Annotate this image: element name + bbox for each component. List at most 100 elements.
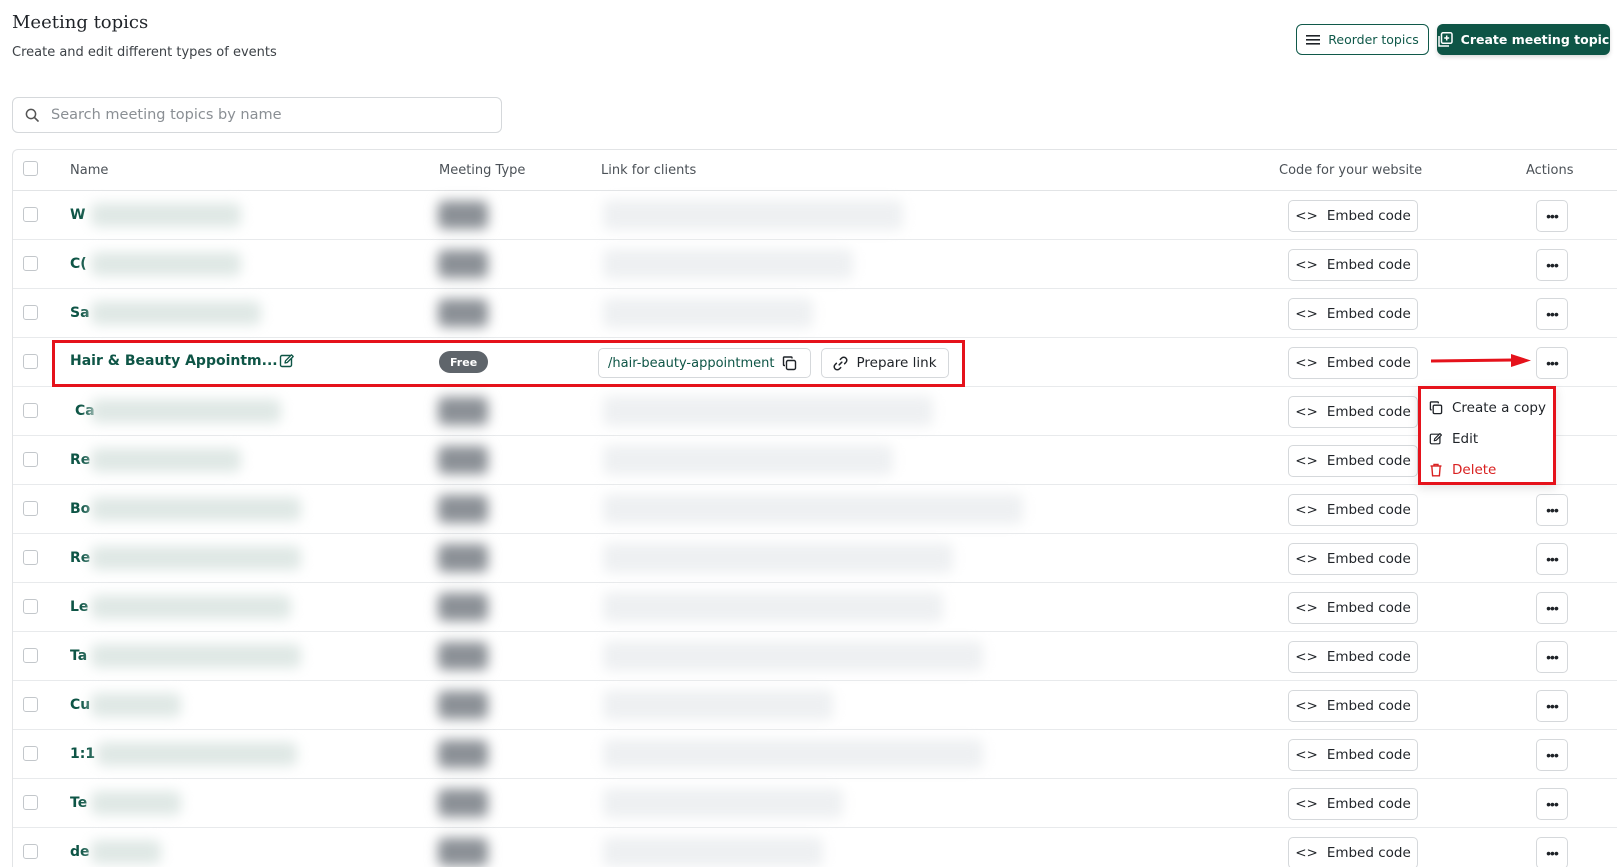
embed-code-button[interactable]: <> Embed code	[1288, 298, 1418, 330]
table-row-hair-beauty[interactable]: Hair & Beauty Appointm... Free /hair-bea…	[13, 338, 1617, 387]
menu-item-label: Delete	[1452, 462, 1497, 478]
embed-code-button[interactable]: <> Embed code	[1288, 641, 1418, 673]
embed-code-button[interactable]: <> Embed code	[1288, 788, 1418, 820]
prepare-link-button[interactable]: Prepare link	[821, 348, 949, 378]
more-actions-button[interactable]: •••	[1536, 249, 1568, 281]
redacted-type	[438, 789, 488, 817]
row-checkbox[interactable]	[23, 550, 38, 565]
topic-name[interactable]: W	[70, 207, 85, 223]
more-actions-button[interactable]: •••	[1536, 200, 1568, 232]
table-row[interactable]: W <> Embed code •••	[13, 191, 1617, 240]
table-row[interactable]: Sa <> Embed code •••	[13, 289, 1617, 338]
row-checkbox[interactable]	[23, 697, 38, 712]
topic-name[interactable]: Cu	[70, 697, 90, 713]
menu-item-delete[interactable]: Delete	[1429, 459, 1496, 481]
code-icon: <>	[1295, 208, 1318, 224]
topic-name[interactable]: Bo	[70, 501, 90, 517]
row-checkbox[interactable]	[23, 746, 38, 761]
more-actions-button[interactable]: •••	[1536, 298, 1568, 330]
copy-icon	[1429, 401, 1443, 415]
topic-name[interactable]: Le	[70, 599, 88, 615]
topic-name[interactable]: Re	[70, 452, 90, 468]
embed-code-button[interactable]: <> Embed code	[1288, 592, 1418, 624]
row-checkbox[interactable]	[23, 354, 38, 369]
more-actions-button[interactable]: •••	[1536, 690, 1568, 722]
table-row[interactable]: Cu <> Embed code •••	[13, 681, 1617, 730]
topic-name[interactable]: Hair & Beauty Appointm...	[70, 353, 278, 369]
reorder-topics-button[interactable]: Reorder topics	[1296, 24, 1429, 55]
create-meeting-topic-label: Create meeting topic	[1460, 32, 1610, 47]
row-checkbox[interactable]	[23, 305, 38, 320]
topic-name[interactable]: de	[70, 844, 90, 860]
embed-code-button[interactable]: <> Embed code	[1288, 445, 1418, 477]
menu-item-edit[interactable]: Edit	[1429, 428, 1478, 450]
embed-code-button[interactable]: <> Embed code	[1288, 494, 1418, 526]
more-actions-button[interactable]: •••	[1536, 592, 1568, 624]
copy-icon[interactable]	[782, 355, 797, 371]
more-actions-button[interactable]: •••	[1536, 494, 1568, 526]
table-row[interactable]: Te <> Embed code •••	[13, 779, 1617, 828]
row-checkbox[interactable]	[23, 795, 38, 810]
row-checkbox[interactable]	[23, 452, 38, 467]
column-header-actions: Actions	[1526, 163, 1574, 178]
more-actions-button[interactable]: •••	[1536, 739, 1568, 771]
redacted-type	[438, 446, 488, 474]
embed-code-button[interactable]: <> Embed code	[1288, 543, 1418, 575]
topic-name[interactable]: Te	[70, 795, 87, 811]
search-input[interactable]	[51, 107, 471, 123]
table-row[interactable]: C( <> Embed code •••	[13, 240, 1617, 289]
topic-name[interactable]: C(	[70, 256, 87, 272]
redacted-link	[603, 837, 823, 867]
table-row[interactable]: de <> Embed code •••	[13, 828, 1617, 867]
redacted-type	[438, 642, 488, 670]
table-row[interactable]: Ta <> Embed code •••	[13, 632, 1617, 681]
row-checkbox[interactable]	[23, 844, 38, 859]
topic-name[interactable]: Sa	[70, 305, 90, 321]
topic-name[interactable]: Ta	[70, 648, 87, 664]
table-row[interactable]: Bo <> Embed code •••	[13, 485, 1617, 534]
row-checkbox[interactable]	[23, 403, 38, 418]
embed-code-label: Embed code	[1326, 404, 1411, 420]
redacted-link	[603, 690, 833, 720]
topic-name[interactable]: Re	[70, 550, 90, 566]
column-header-code: Code for your website	[1279, 163, 1423, 178]
table-row[interactable]: Le <> Embed code •••	[13, 583, 1617, 632]
code-icon: <>	[1295, 404, 1318, 420]
more-actions-button-active[interactable]: •••	[1536, 347, 1568, 379]
redacted-name	[91, 301, 261, 325]
row-checkbox[interactable]	[23, 207, 38, 222]
more-actions-button[interactable]: •••	[1536, 837, 1568, 867]
more-actions-button[interactable]: •••	[1536, 543, 1568, 575]
client-link-chip[interactable]: /hair-beauty-appointment	[598, 348, 811, 378]
embed-code-button[interactable]: <> Embed code	[1288, 347, 1418, 379]
table-row[interactable]: Re <> Embed code •••	[13, 534, 1617, 583]
menu-item-create-copy[interactable]: Create a copy	[1429, 397, 1546, 419]
page-subtitle: Create and edit different types of event…	[12, 45, 277, 60]
edit-name-icon[interactable]	[279, 353, 295, 369]
table-row[interactable]: 1:1 <> Embed code •••	[13, 730, 1617, 779]
embed-code-button[interactable]: <> Embed code	[1288, 690, 1418, 722]
row-checkbox[interactable]	[23, 648, 38, 663]
embed-code-label: Embed code	[1326, 257, 1411, 273]
more-actions-button[interactable]: •••	[1536, 641, 1568, 673]
redacted-name	[91, 448, 241, 472]
search-box	[12, 97, 502, 133]
more-actions-button[interactable]: •••	[1536, 788, 1568, 820]
code-icon: <>	[1295, 306, 1318, 322]
client-link-text: /hair-beauty-appointment	[608, 355, 775, 371]
table-row[interactable]: Re <> Embed code	[13, 436, 1617, 485]
embed-code-button[interactable]: <> Embed code	[1288, 200, 1418, 232]
meeting-topics-table: Name Meeting Type Link for clients Code …	[12, 149, 1617, 867]
embed-code-button[interactable]: <> Embed code	[1288, 396, 1418, 428]
embed-code-button[interactable]: <> Embed code	[1288, 249, 1418, 281]
create-meeting-topic-button[interactable]: Create meeting topic	[1437, 24, 1610, 55]
embed-code-button[interactable]: <> Embed code	[1288, 739, 1418, 771]
table-header: Name Meeting Type Link for clients Code …	[13, 150, 1617, 191]
row-checkbox[interactable]	[23, 256, 38, 271]
select-all-checkbox[interactable]	[23, 161, 38, 176]
embed-code-button[interactable]: <> Embed code	[1288, 837, 1418, 867]
table-row[interactable]: Ca <> Embed code	[13, 387, 1617, 436]
row-checkbox[interactable]	[23, 501, 38, 516]
topic-name[interactable]: 1:1	[70, 746, 95, 762]
row-checkbox[interactable]	[23, 599, 38, 614]
